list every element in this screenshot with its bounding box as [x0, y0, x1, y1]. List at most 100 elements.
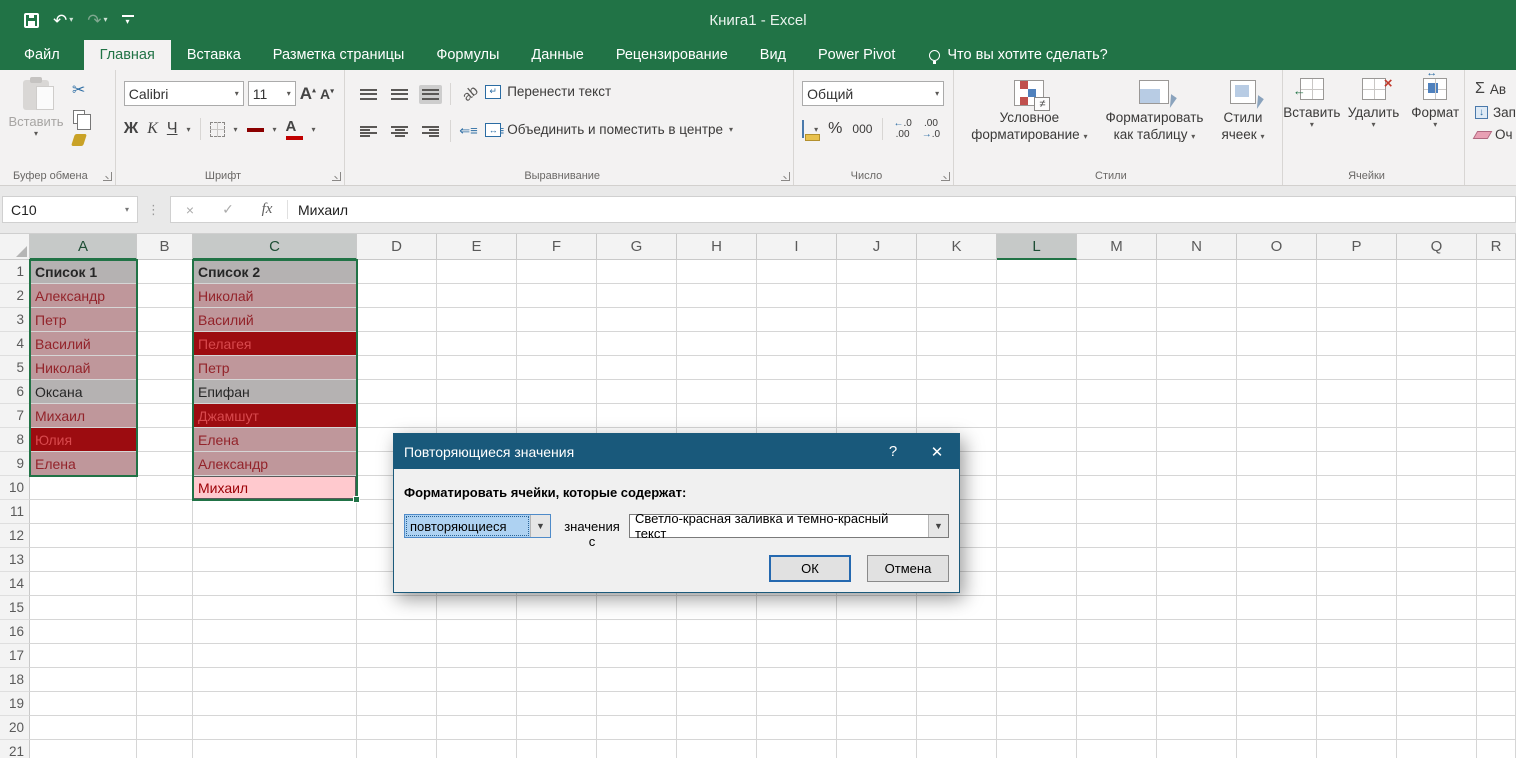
cell-Q12[interactable]	[1397, 524, 1477, 548]
cell-K2[interactable]	[917, 284, 997, 308]
cell-D16[interactable]	[357, 620, 437, 644]
conditional-formatting-button[interactable]: ≠ Условное форматирование ▾	[965, 78, 1093, 185]
cell-C10[interactable]: Михаил	[193, 476, 357, 500]
cell-A17[interactable]	[30, 644, 137, 668]
tab-данные[interactable]: Данные	[515, 40, 599, 70]
cell-L20[interactable]	[997, 716, 1077, 740]
tab-рецензирование[interactable]: Рецензирование	[600, 40, 744, 70]
cell-A9[interactable]: Елена	[30, 452, 137, 476]
cell-R14[interactable]	[1477, 572, 1516, 596]
cell-F21[interactable]	[517, 740, 597, 758]
cell-K1[interactable]	[917, 260, 997, 284]
cell-I4[interactable]	[757, 332, 837, 356]
dialog-close-button[interactable]: ✕	[915, 443, 959, 461]
cell-D5[interactable]	[357, 356, 437, 380]
cell-R11[interactable]	[1477, 500, 1516, 524]
cell-R17[interactable]	[1477, 644, 1516, 668]
customize-qat-button[interactable]: ▾	[122, 15, 134, 26]
column-header-B[interactable]: B	[137, 234, 193, 260]
cell-C7[interactable]: Джамшут	[193, 404, 357, 428]
cell-G18[interactable]	[597, 668, 677, 692]
cell-G2[interactable]	[597, 284, 677, 308]
cell-N8[interactable]	[1157, 428, 1237, 452]
cell-L17[interactable]	[997, 644, 1077, 668]
copy-button[interactable]	[73, 110, 85, 124]
criteria-dropdown[interactable]: повторяющиеся ▼	[404, 514, 551, 538]
cell-O4[interactable]	[1237, 332, 1317, 356]
select-all-button[interactable]	[0, 234, 30, 260]
cell-I15[interactable]	[757, 596, 837, 620]
cell-Q14[interactable]	[1397, 572, 1477, 596]
cell-B17[interactable]	[137, 644, 193, 668]
cell-J6[interactable]	[837, 380, 917, 404]
cell-N3[interactable]	[1157, 308, 1237, 332]
cell-C4[interactable]: Пелагея	[193, 332, 357, 356]
cell-Q4[interactable]	[1397, 332, 1477, 356]
column-header-E[interactable]: E	[437, 234, 517, 260]
column-header-I[interactable]: I	[757, 234, 837, 260]
cell-N18[interactable]	[1157, 668, 1237, 692]
cell-P2[interactable]	[1317, 284, 1397, 308]
fill-color-button[interactable]	[247, 127, 264, 132]
row-header-2[interactable]: 2	[0, 284, 30, 308]
cell-O9[interactable]	[1237, 452, 1317, 476]
merge-dropdown-arrow[interactable]: ▾	[729, 125, 733, 134]
cell-K15[interactable]	[917, 596, 997, 620]
cell-E6[interactable]	[437, 380, 517, 404]
column-header-K[interactable]: K	[917, 234, 997, 260]
cell-R9[interactable]	[1477, 452, 1516, 476]
decrease-decimal-button[interactable]: .00→.0	[922, 118, 940, 140]
cell-H4[interactable]	[677, 332, 757, 356]
cell-A14[interactable]	[30, 572, 137, 596]
format-as-table-button[interactable]: Форматировать как таблицу ▾	[1099, 78, 1209, 185]
column-header-L[interactable]: L	[997, 234, 1077, 260]
dialog-help-button[interactable]: ?	[871, 443, 915, 460]
paste-button[interactable]: Вставить ▾	[8, 78, 64, 174]
cell-Q13[interactable]	[1397, 548, 1477, 572]
cell-I5[interactable]	[757, 356, 837, 380]
cell-N16[interactable]	[1157, 620, 1237, 644]
cell-O16[interactable]	[1237, 620, 1317, 644]
cell-B16[interactable]	[137, 620, 193, 644]
cell-J18[interactable]	[837, 668, 917, 692]
cell-R13[interactable]	[1477, 548, 1516, 572]
cell-G6[interactable]	[597, 380, 677, 404]
cell-B15[interactable]	[137, 596, 193, 620]
paste-dropdown-arrow[interactable]: ▾	[8, 129, 64, 138]
cell-F4[interactable]	[517, 332, 597, 356]
cell-P20[interactable]	[1317, 716, 1397, 740]
cell-L2[interactable]	[997, 284, 1077, 308]
bold-button[interactable]: Ж	[124, 120, 138, 138]
cell-O1[interactable]	[1237, 260, 1317, 284]
row-header-6[interactable]: 6	[0, 380, 30, 404]
tab-формулы[interactable]: Формулы	[420, 40, 515, 70]
decrease-font-size-button[interactable]: A▾	[320, 86, 334, 102]
cell-P4[interactable]	[1317, 332, 1397, 356]
cell-P10[interactable]	[1317, 476, 1397, 500]
cell-B10[interactable]	[137, 476, 193, 500]
number-format-combo[interactable]: Общий ▾	[802, 81, 944, 106]
clipboard-dialog-launcher[interactable]	[103, 172, 112, 181]
row-header-18[interactable]: 18	[0, 668, 30, 692]
cell-L6[interactable]	[997, 380, 1077, 404]
number-dialog-launcher[interactable]	[941, 172, 950, 181]
cell-C3[interactable]: Василий	[193, 308, 357, 332]
cell-N20[interactable]	[1157, 716, 1237, 740]
cell-Q11[interactable]	[1397, 500, 1477, 524]
row-header-14[interactable]: 14	[0, 572, 30, 596]
tell-me-box[interactable]: Что вы хотите сделать?	[911, 40, 1107, 70]
cell-C5[interactable]: Петр	[193, 356, 357, 380]
cell-R7[interactable]	[1477, 404, 1516, 428]
row-header-19[interactable]: 19	[0, 692, 30, 716]
cell-M3[interactable]	[1077, 308, 1157, 332]
accounting-dropdown-arrow[interactable]: ▾	[814, 125, 818, 134]
format-painter-button[interactable]	[71, 134, 87, 146]
cell-J19[interactable]	[837, 692, 917, 716]
cell-L15[interactable]	[997, 596, 1077, 620]
row-header-13[interactable]: 13	[0, 548, 30, 572]
cell-L12[interactable]	[997, 524, 1077, 548]
cell-G1[interactable]	[597, 260, 677, 284]
column-header-F[interactable]: F	[517, 234, 597, 260]
cell-B19[interactable]	[137, 692, 193, 716]
align-right-button[interactable]	[419, 122, 442, 141]
